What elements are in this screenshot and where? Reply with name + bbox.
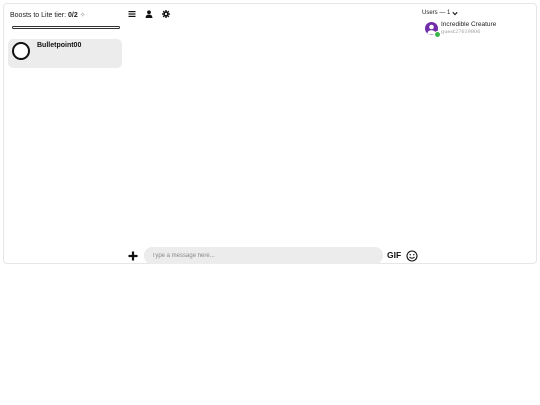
users-header-label: Users — 1 — [422, 10, 451, 16]
chevron-down-icon — [452, 11, 458, 16]
toolbar — [127, 9, 170, 18]
message-input[interactable] — [144, 247, 383, 264]
user-id: guest27619806 — [441, 29, 481, 35]
gear-icon[interactable] — [161, 9, 170, 18]
menu-icon[interactable] — [127, 9, 136, 18]
sidebar: Boosts to Lite tier: 0/2 ✧ Bulletpoint00 — [8, 10, 122, 68]
boosts-status: Boosts to Lite tier: 0/2 ✧ — [10, 10, 122, 22]
user-list-item[interactable]: Incredible Creature guest27619806 — [422, 21, 534, 38]
users-dropdown[interactable]: Users — 1 — [422, 9, 534, 18]
gif-button[interactable]: GIF — [387, 250, 401, 260]
smiley-icon[interactable] — [406, 249, 418, 262]
boosts-label: Boosts to Lite tier: — [10, 12, 68, 19]
server-avatar — [12, 42, 30, 60]
add-icon[interactable] — [127, 249, 139, 261]
sparkle-icon: ✧ — [79, 12, 86, 19]
server-item-bulletpoint00[interactable]: Bulletpoint00 — [8, 39, 122, 68]
boosts-progress-bar — [12, 26, 120, 29]
online-status-dot — [434, 31, 441, 38]
user-icon[interactable] — [144, 9, 153, 18]
chat-app: Boosts to Lite tier: 0/2✧ Bulletpoint00 — [3, 3, 537, 264]
boosts-count: 0/2 — [67, 12, 78, 19]
server-name: Bulletpoint00 — [37, 42, 82, 49]
message-composer: GIF — [127, 245, 427, 265]
users-panel: Users — 1 Incredible Creature guest27619… — [422, 9, 534, 38]
user-name: Incredible Creature — [441, 21, 497, 28]
